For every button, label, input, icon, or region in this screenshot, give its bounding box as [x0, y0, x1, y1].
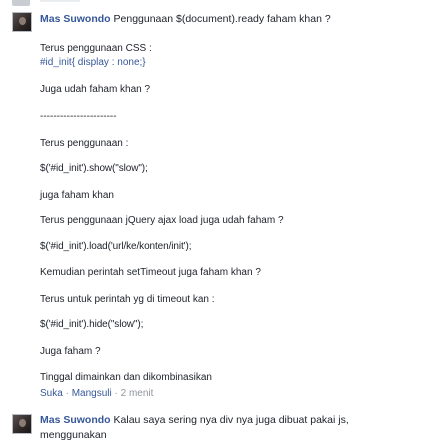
like-link[interactable]: Suka: [40, 388, 63, 399]
comment-timestamp[interactable]: 2 menit: [121, 388, 154, 399]
comment-body-line: $('#id_init').load('url/ke/konten/init')…: [40, 241, 192, 252]
comment-body-line: Juga udah faham khan ?: [40, 84, 151, 95]
avatar[interactable]: [12, 12, 32, 32]
comment-header: Mas Suwondo Kalau saya sering nya div ny…: [40, 414, 349, 426]
comment-body-line: Terus penggunaan jQuery ajax load juga u…: [40, 215, 284, 226]
comment-body-line: Terus penggunaan CSS :: [40, 43, 152, 54]
comment-body-line: $('#id_init').hide("slow");: [40, 319, 144, 330]
comment-author[interactable]: Mas Suwondo: [40, 414, 111, 426]
hashtag-link[interactable]: #id_init{ display : none;}: [40, 57, 146, 68]
comment-body-line: Tinggal dimainkan dan dikombinasikan: [40, 372, 212, 383]
comment-text: Penggunaan $(document).ready faham khan …: [113, 13, 331, 25]
comment-author[interactable]: Mas Suwondo: [40, 13, 111, 25]
comment-body-line: -----------------------: [40, 111, 117, 122]
comment-text-continuation: menggunakan: [40, 429, 107, 441]
previous-avatar-edge: [12, 0, 30, 6]
comment-body-line: $('#id_init').show("slow");: [40, 163, 148, 174]
comment-header: Mas Suwondo Penggunaan $(document).ready…: [40, 13, 331, 25]
comment-body-line: Juga faham ?: [40, 346, 101, 357]
reply-link[interactable]: Mangsuli: [72, 388, 112, 399]
comment-actions: Suka · Mangsuli · 2 menit: [40, 388, 153, 399]
previous-comment-edge: [40, 0, 80, 2]
comment-body-line: Terus penggunaan :: [40, 138, 129, 149]
comment-body-line: Kemudian perintah setTimeout juga faham …: [40, 267, 261, 278]
avatar[interactable]: [12, 414, 32, 434]
comment-body-line: Terus untuk perintah yg di timeout kan :: [40, 294, 215, 305]
comment-body-line: juga faham khan: [40, 190, 114, 201]
comment-text: Kalau saya sering nya div nya juga dibua…: [113, 414, 349, 426]
